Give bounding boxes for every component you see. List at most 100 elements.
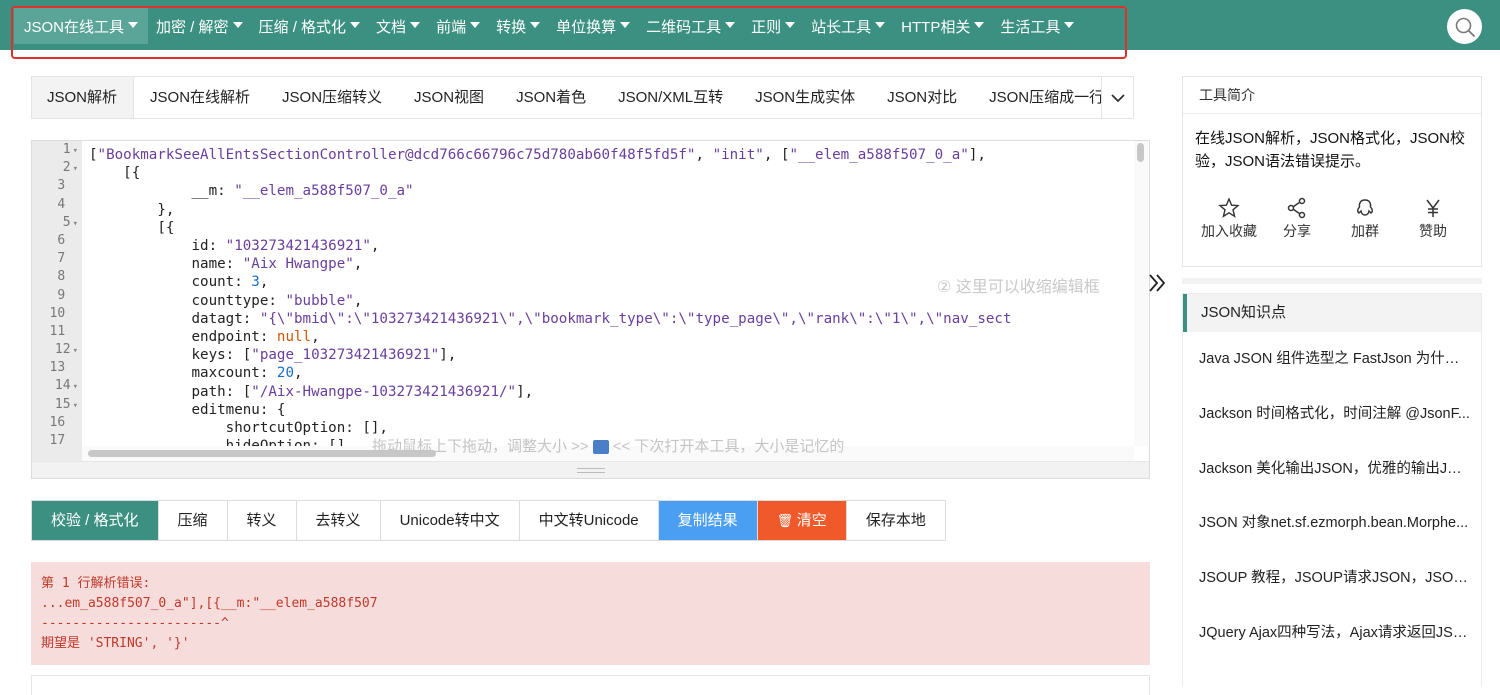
line-number: 1 ▾ (32, 141, 82, 159)
down-arrow-icon (592, 440, 609, 455)
button-5[interactable]: 中文转Unicode (519, 501, 659, 540)
button-label: 中文转Unicode (538, 512, 639, 529)
sponsor-button[interactable]: 赞助 (1399, 197, 1467, 241)
button-2[interactable]: 转义 (227, 501, 297, 540)
tab-7[interactable]: JSON对比 (871, 77, 973, 118)
tab-6[interactable]: JSON生成实体 (739, 77, 871, 118)
code-area[interactable]: ["BookmarkSeeAllEntsSectionController@dc… (89, 146, 1133, 456)
fold-toggle-icon[interactable] (67, 328, 78, 338)
knowledge-item[interactable]: JSON 对象net.sf.ezmorph.bean.Morphe... (1183, 496, 1481, 551)
line-number-text: 8 (57, 269, 66, 285)
tab-5[interactable]: JSON/XML互转 (602, 77, 739, 118)
fold-toggle-icon[interactable] (67, 273, 78, 283)
tab-4[interactable]: JSON着色 (500, 77, 602, 118)
line-number-text: 2 (62, 160, 71, 176)
line-number-text: 6 (57, 232, 66, 248)
search-icon (1455, 17, 1475, 37)
line-number-text: 10 (49, 305, 66, 321)
line-number: 7 (32, 250, 82, 268)
knowledge-item[interactable]: Java JSON 组件选型之 FastJson 为什么... (1183, 332, 1481, 387)
button-3[interactable]: 去转义 (296, 501, 381, 540)
fold-toggle-icon[interactable] (67, 419, 78, 429)
editor-resize-handle[interactable] (32, 461, 1149, 478)
code-line: [{ (89, 219, 175, 236)
fold-toggle-icon[interactable] (67, 255, 78, 265)
tab-8[interactable]: JSON压缩成一行 (973, 77, 1120, 118)
vertical-scrollbar[interactable] (1134, 141, 1148, 446)
tab-3[interactable]: JSON视图 (398, 77, 500, 118)
trash-icon: 🗑 (776, 513, 797, 528)
line-number-text: 5 (62, 214, 71, 230)
line-number-text: 4 (57, 196, 66, 212)
star-icon (1218, 197, 1240, 218)
code-line: }, (89, 201, 175, 218)
knowledge-title: JSON知识点 (1183, 294, 1481, 332)
fold-toggle-icon[interactable]: ▾ (73, 401, 78, 411)
join-group-label: 加群 (1351, 223, 1379, 239)
line-number-text: 16 (49, 414, 66, 430)
fold-toggle-icon[interactable]: ▾ (73, 219, 78, 229)
button-4[interactable]: Unicode转中文 (380, 501, 520, 540)
fold-toggle-icon[interactable] (67, 292, 78, 302)
double-chevron-right-icon (1149, 274, 1166, 292)
fold-toggle-icon[interactable]: ▾ (73, 382, 78, 392)
tab-0[interactable]: JSON解析 (32, 77, 135, 118)
knowledge-item[interactable]: JQuery Ajax四种写法，Ajax请求返回JSO... (1183, 606, 1481, 661)
tab-2[interactable]: JSON压缩转义 (266, 77, 398, 118)
knowledge-item[interactable]: Jackson 美化输出JSON，优雅的输出JSO... (1183, 442, 1481, 497)
tool-tabs: JSON解析 JSON在线解析 JSON压缩转义 JSON视图 JSON着色 JSON/X… (31, 76, 1134, 119)
button-6[interactable]: 复制结果 (658, 501, 758, 540)
collapse-hint: ② 这里可以收缩编辑框 (937, 279, 1100, 296)
error-output: 第 1 行解析错误: ...em_a588f507_0_a"],[{__m:"_… (31, 562, 1150, 665)
code-line: name: "Aix Hwangpe", (89, 256, 363, 273)
fold-toggle-icon[interactable] (67, 237, 78, 247)
button-1[interactable]: 压缩 (158, 501, 228, 540)
button-label: 转义 (246, 512, 277, 529)
fold-toggle-icon[interactable] (67, 310, 78, 320)
vertical-scroll-thumb[interactable] (1137, 143, 1144, 162)
fold-toggle-icon[interactable]: ▾ (73, 346, 78, 356)
knowledge-item[interactable]: JSOUP 教程，JSOUP请求JSON，JSOU... (1183, 551, 1481, 606)
json-editor[interactable]: 1 ▾ 2 ▾ 3 4 5 ▾ 6 7 8 9 10 11 12 ▾ 13 14 ▾ 15 ▾ 16 1… (31, 140, 1150, 479)
line-number-text: 15 (54, 396, 71, 412)
fold-toggle-icon[interactable] (67, 364, 78, 374)
line-number: 8 (32, 268, 82, 286)
collapse-editor-toggle[interactable] (1147, 272, 1167, 300)
button-label: 压缩 (177, 512, 208, 529)
code-line: __m: "__elem_a588f507_0_a" (89, 183, 414, 200)
fold-toggle-icon[interactable] (67, 437, 78, 447)
join-group-button[interactable]: 加群 (1331, 197, 1399, 241)
share-label: 分享 (1283, 223, 1311, 239)
button-7[interactable]: 🗑 清空 (757, 501, 847, 540)
button-label: 保存本地 (865, 512, 926, 529)
line-number: 4 (32, 196, 82, 214)
line-number: 16 (32, 414, 82, 432)
fold-toggle-icon[interactable] (67, 201, 78, 211)
fold-toggle-icon[interactable]: ▾ (73, 164, 78, 174)
button-8[interactable]: 保存本地 (846, 501, 945, 540)
button-0[interactable]: 校验 / 格式化 (32, 501, 159, 540)
yuan-icon (1426, 199, 1440, 217)
code-line: maxcount: 20, (89, 365, 303, 382)
line-number: 13 (32, 359, 82, 377)
chevron-down-icon (1110, 93, 1125, 102)
fold-toggle-icon[interactable]: ▾ (73, 146, 78, 156)
line-number-text: 17 (49, 433, 66, 448)
line-number: 6 (32, 232, 82, 250)
tabs-more-button[interactable] (1101, 76, 1134, 119)
tab-1[interactable]: JSON在线解析 (134, 77, 266, 118)
button-label: 去转义 (315, 512, 361, 529)
share-icon (1287, 197, 1306, 219)
favorite-label: 加入收藏 (1201, 223, 1257, 239)
fold-toggle-icon[interactable] (67, 182, 78, 192)
knowledge-item[interactable]: Jackson 时间格式化，时间注解 @JsonF... (1183, 387, 1481, 442)
share-button[interactable]: 分享 (1263, 197, 1331, 241)
favorite-button[interactable]: 加入收藏 (1195, 197, 1263, 241)
line-number: 3 (32, 177, 82, 195)
intro-actions: 加入收藏 分享 加群 赞助 (1195, 197, 1471, 241)
search-button[interactable] (1447, 9, 1482, 44)
resize-grip-icon (577, 468, 605, 473)
line-number-text: 9 (57, 287, 66, 303)
line-number-text: 1 (62, 142, 71, 157)
line-number-text: 7 (57, 251, 66, 267)
